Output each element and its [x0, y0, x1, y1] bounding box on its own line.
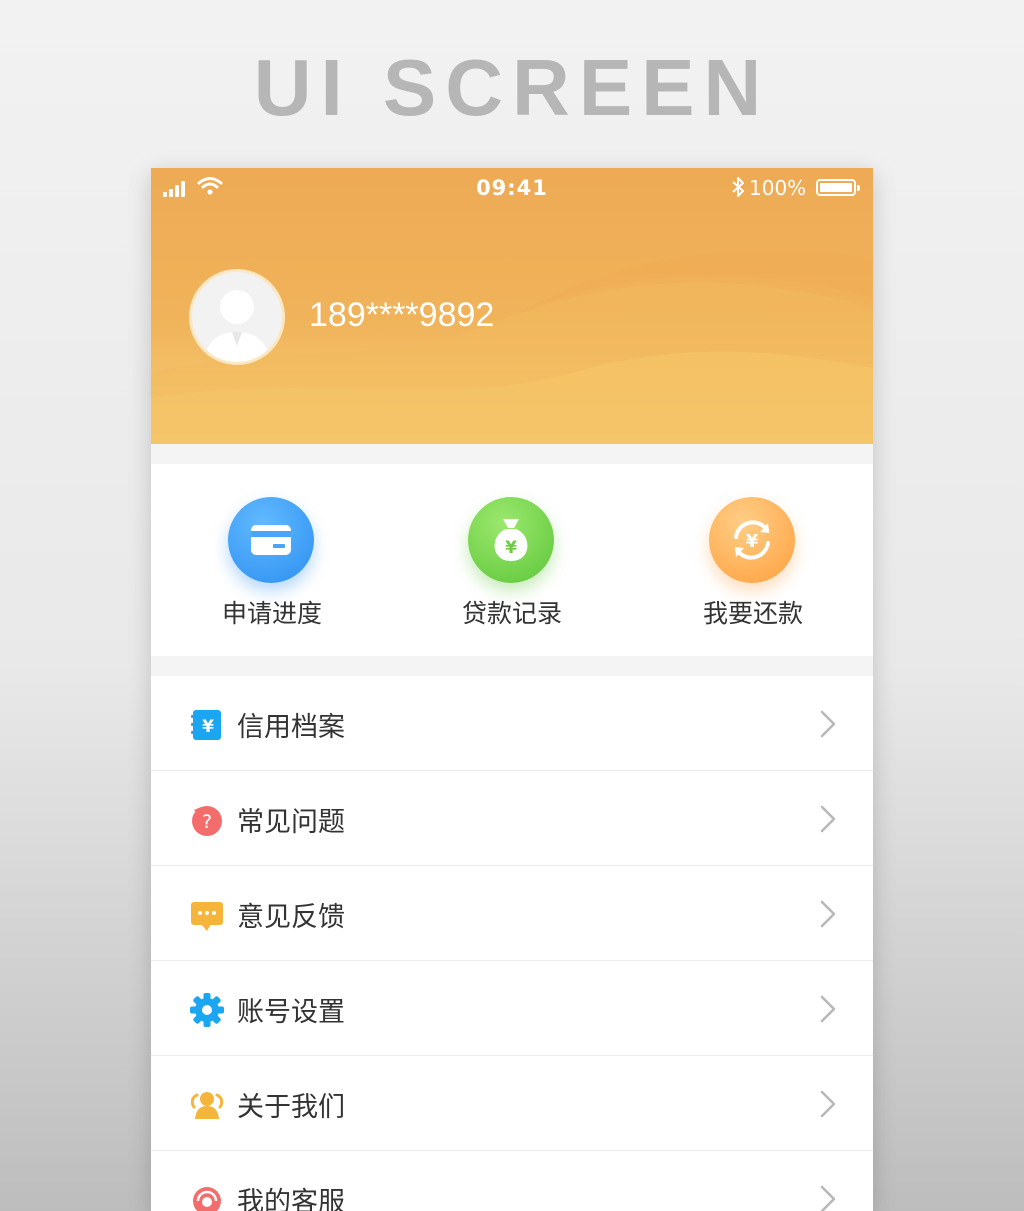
menu-item-feedback[interactable]: 意见反馈: [151, 866, 873, 961]
battery-icon: [816, 179, 860, 196]
menu-item-customer-service[interactable]: 我的客服: [151, 1151, 873, 1211]
money-bag-icon: ¥: [468, 497, 554, 583]
svg-text:¥: ¥: [202, 717, 214, 737]
battery-percentage: 100%: [749, 176, 807, 200]
quick-actions-panel: 申请进度 ¥ 贷款记录 ¥ 我要还款: [151, 464, 873, 656]
quick-action-label: 贷款记录: [461, 599, 562, 628]
chevron-right-icon: [820, 710, 836, 738]
chevron-right-icon: [820, 900, 836, 928]
customer-service-icon: [193, 1187, 221, 1211]
quick-action-label: 我要还款: [702, 599, 803, 628]
menu-item-credit-file[interactable]: ¥ 信用档案: [151, 676, 873, 771]
menu-item-label: 关于我们: [237, 1092, 345, 1123]
chevron-right-icon: [820, 995, 836, 1023]
card-icon: [228, 497, 314, 583]
menu-item-label: 信用档案: [237, 712, 345, 743]
quick-action-loan-records[interactable]: ¥ 贷款记录: [392, 464, 632, 656]
credit-file-icon: ¥: [191, 710, 221, 740]
menu-item-about-us[interactable]: 关于我们: [151, 1056, 873, 1151]
gear-icon: [190, 993, 224, 1027]
feedback-icon: [191, 902, 223, 931]
phone-screen: 09:41 100% 189****9892 申请进度 ¥ 贷款记录 ¥ 我要还…: [151, 168, 873, 1211]
team-icon: [190, 1092, 224, 1119]
menu-item-faq[interactable]: ? 常见问题: [151, 771, 873, 866]
user-silhouette-icon: [204, 290, 270, 362]
profile-header: 09:41 100% 189****9892: [151, 168, 873, 444]
menu-item-account-settings[interactable]: 账号设置: [151, 961, 873, 1056]
chevron-right-icon: [820, 1185, 836, 1211]
question-icon: ?: [192, 806, 222, 836]
status-bar: 09:41 100%: [151, 168, 873, 208]
menu-item-label: 我的客服: [237, 1187, 345, 1211]
chevron-right-icon: [820, 1090, 836, 1118]
quick-action-label: 申请进度: [221, 599, 322, 628]
svg-text:?: ?: [202, 811, 212, 833]
svg-text:¥: ¥: [505, 538, 517, 558]
menu-item-label: 常见问题: [237, 807, 345, 838]
repay-icon: ¥: [709, 497, 795, 583]
menu-item-label: 意见反馈: [237, 902, 345, 933]
avatar[interactable]: [189, 269, 285, 365]
bluetooth-icon: [732, 177, 744, 197]
user-phone-number: 189****9892: [309, 296, 495, 334]
menu-item-label: 账号设置: [237, 997, 345, 1028]
banner-title: UI SCREEN: [253, 43, 771, 132]
chevron-right-icon: [820, 805, 836, 833]
svg-text:¥: ¥: [746, 531, 759, 552]
menu-list: ¥ 信用档案 ? 常见问题 意见反馈 账号设置 关于我们 我的客服: [151, 676, 873, 1211]
quick-action-repay[interactable]: ¥ 我要还款: [633, 464, 873, 656]
quick-action-application-progress[interactable]: 申请进度: [152, 464, 392, 656]
